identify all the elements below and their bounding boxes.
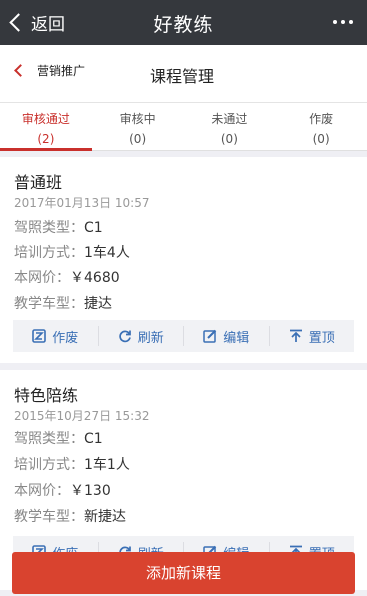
- marketing-back-label: 营销推广: [37, 64, 86, 78]
- mode-label: 培训方式：: [14, 245, 84, 261]
- course-name: 普通班: [14, 173, 63, 192]
- license-value: C1: [84, 220, 103, 236]
- pin-top-icon: [289, 329, 302, 342]
- page-navbar: 营销推广 课程管理: [0, 45, 367, 103]
- mode-row: 培训方式：1车4人: [14, 242, 130, 262]
- dot-icon: [341, 20, 345, 24]
- mode-label: 培训方式：: [14, 457, 84, 473]
- price-row: 本网价：￥4680: [14, 267, 120, 287]
- price-value: ￥130: [70, 483, 111, 499]
- void-label: 作废: [52, 330, 79, 346]
- tab-count: (0): [129, 132, 147, 146]
- void-icon: [32, 329, 47, 343]
- refresh-icon: [119, 330, 131, 343]
- edit-button[interactable]: 编辑: [184, 326, 270, 346]
- status-tabs: 审核通过 (2) 审核中 (0) 未通过 (0) 作废 (0): [0, 103, 367, 151]
- pin-top-button[interactable]: 置顶: [270, 326, 355, 346]
- price-label: 本网价：: [14, 270, 70, 286]
- tab-count: (0): [312, 132, 330, 146]
- pin-top-label: 置顶: [308, 330, 335, 346]
- more-menu-button[interactable]: [333, 20, 353, 24]
- license-row: 驾照类型：C1: [14, 217, 103, 237]
- void-button[interactable]: 作废: [13, 326, 99, 346]
- add-course-button[interactable]: 添加新课程: [12, 552, 355, 594]
- tab-pending[interactable]: 审核中 (0): [92, 103, 184, 150]
- mode-value: 1车4人: [84, 245, 130, 261]
- app-header: 返回 好教练: [0, 0, 367, 45]
- page-title: 课程管理: [150, 67, 215, 86]
- tab-approved[interactable]: 审核通过 (2): [0, 103, 92, 151]
- marketing-back-button[interactable]: 营销推广: [14, 62, 86, 79]
- license-value: C1: [84, 431, 103, 447]
- edit-icon: [203, 329, 217, 343]
- course-card: 普通班 2017年01月13日 10:57 驾照类型：C1 培训方式：1车4人 …: [0, 157, 367, 363]
- mode-value: 1车1人: [84, 457, 130, 473]
- course-time: 2015年10月27日 15:32: [14, 409, 150, 423]
- car-value: 新捷达: [84, 509, 126, 525]
- edit-label: 编辑: [223, 330, 250, 346]
- refresh-label: 刷新: [137, 330, 164, 346]
- tab-label: 审核通过: [21, 112, 70, 126]
- mode-row: 培训方式：1车1人: [14, 454, 130, 474]
- tab-count: (0): [220, 132, 238, 146]
- tab-label: 未通过: [211, 112, 248, 126]
- course-actions: 作废 刷新 编辑 置顶: [13, 320, 354, 352]
- car-row: 教学车型：新捷达: [14, 506, 126, 526]
- price-value: ￥4680: [70, 270, 120, 286]
- car-label: 教学车型：: [14, 296, 84, 312]
- course-name: 特色陪练: [14, 386, 79, 405]
- tab-label: 审核中: [119, 112, 156, 126]
- car-row: 教学车型：捷达: [14, 293, 112, 313]
- car-value: 捷达: [84, 296, 112, 312]
- course-time: 2017年01月13日 10:57: [14, 196, 150, 210]
- license-label: 驾照类型：: [14, 431, 84, 447]
- dot-icon: [333, 20, 337, 24]
- chevron-left-icon: [14, 64, 27, 77]
- tab-rejected[interactable]: 未通过 (0): [184, 103, 276, 150]
- tab-voided[interactable]: 作废 (0): [275, 103, 367, 150]
- car-label: 教学车型：: [14, 509, 84, 525]
- price-row: 本网价：￥130: [14, 480, 111, 500]
- license-row: 驾照类型：C1: [14, 428, 103, 448]
- license-label: 驾照类型：: [14, 220, 84, 236]
- price-label: 本网价：: [14, 483, 70, 499]
- tab-label: 作废: [309, 112, 334, 126]
- dot-icon: [349, 20, 353, 24]
- refresh-button[interactable]: 刷新: [99, 326, 184, 346]
- tab-count: (2): [37, 132, 55, 146]
- app-title: 好教练: [153, 14, 214, 36]
